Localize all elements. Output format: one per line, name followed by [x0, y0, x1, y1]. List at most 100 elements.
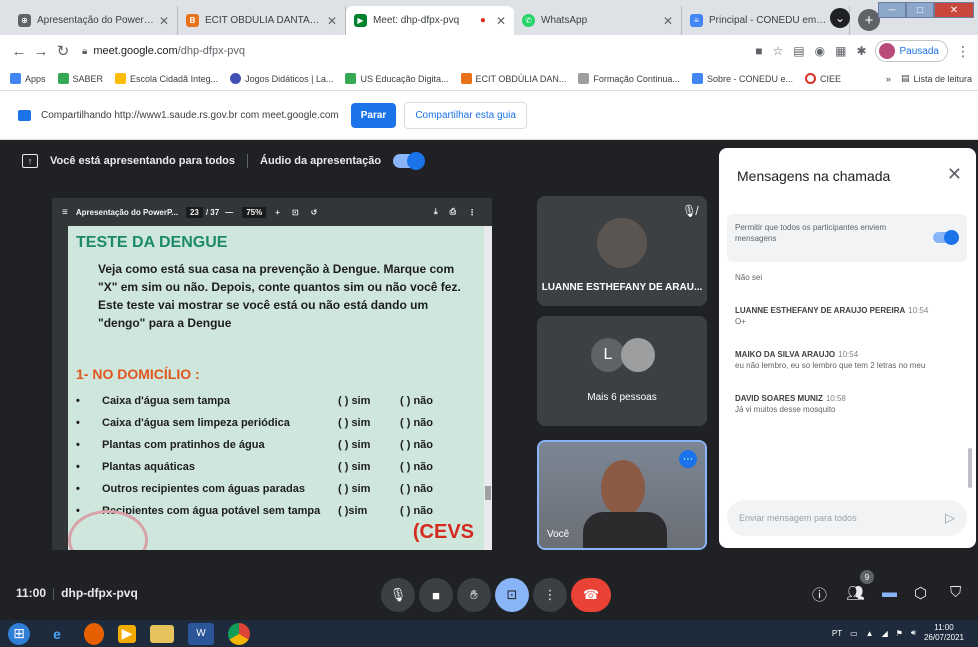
present-screen-icon: ↑ — [22, 154, 38, 168]
bookmark-star-icon[interactable]: ☆ — [773, 44, 784, 58]
bookmark-conedu[interactable]: Sobre - CONEDU e... — [691, 73, 793, 84]
bookmark-us-educacao[interactable]: US Educação Digita... — [345, 73, 449, 84]
tab-meet[interactable]: ▶ Meet: dhp-dfpx-pvq ● ✕ — [346, 6, 514, 35]
close-icon[interactable]: ✕ — [947, 164, 962, 185]
pdf-menu-icon[interactable]: ≡ — [62, 207, 68, 218]
new-tab-button[interactable]: + — [858, 9, 880, 31]
tab-title: Principal - CONEDU em Maceió — [709, 15, 827, 26]
self-options-icon[interactable]: ⋯ — [679, 450, 697, 468]
back-icon[interactable]: ← — [8, 43, 30, 60]
bookmark-ciee[interactable]: CIEE — [804, 73, 841, 84]
reading-list-icon: ▤ — [900, 73, 910, 83]
start-icon[interactable]: ⊞ — [8, 622, 30, 645]
more-bookmarks-icon[interactable]: » — [886, 74, 891, 84]
window-close-icon[interactable]: ✕ — [934, 2, 974, 18]
host-controls-icon[interactable]: ⛉ — [950, 584, 961, 601]
explorer-folder-icon[interactable] — [150, 624, 174, 643]
firefox-icon[interactable] — [84, 622, 104, 645]
print-icon[interactable]: ⎙ — [450, 207, 456, 217]
keyboard-icon[interactable]: ▭ — [850, 629, 858, 638]
forward-icon[interactable]: → — [30, 43, 52, 60]
show-hidden-icons[interactable]: ▲ — [866, 629, 874, 638]
reading-list-button[interactable]: Lista de leitura — [913, 74, 972, 84]
meeting-info: 11:00 | dhp-dfpx-pvq — [16, 586, 138, 600]
item-text: Recipientes com água potável sem tampa — [102, 505, 321, 517]
chat-scrollbar[interactable] — [968, 448, 972, 488]
zoom-out-icon[interactable]: — — [225, 208, 233, 217]
tab-search-icon[interactable]: ⌄ — [830, 8, 850, 28]
send-icon[interactable]: ▷ — [945, 510, 955, 526]
flag-icon[interactable]: ⚑ — [896, 629, 903, 638]
browser-menu-icon[interactable]: ⋮ — [956, 43, 970, 60]
activities-icon[interactable]: ⬡ — [914, 584, 927, 602]
chrome-icon[interactable] — [228, 622, 250, 645]
leave-call-button[interactable]: ☎︎ — [571, 578, 611, 612]
extension-icon[interactable]: ▤ — [793, 44, 804, 58]
bookmark-formacao[interactable]: Formação Continua... — [578, 73, 680, 84]
download-icon[interactable]: ⤓ — [434, 207, 438, 217]
pdf-scrollbar[interactable] — [484, 226, 492, 550]
reload-icon[interactable]: ↻ — [52, 42, 74, 60]
url-field[interactable]: 🔒︎ meet.google.com /dhp-dfpx-pvq — [82, 45, 755, 57]
close-tab-icon[interactable]: ✕ — [663, 14, 673, 28]
meeting-time: 11:00 — [16, 586, 47, 600]
media-player-icon[interactable]: ▶ — [118, 624, 136, 643]
chat-icon[interactable]: ▬ — [882, 584, 897, 601]
self-view-tile[interactable]: ⋯ Você — [537, 440, 707, 550]
more-options-icon[interactable]: ⋮ — [468, 208, 476, 217]
language-indicator[interactable]: PT — [832, 629, 842, 638]
maximize-icon[interactable]: □ — [906, 2, 934, 18]
more-options-button[interactable]: ⋮ — [533, 578, 567, 612]
clock[interactable]: 11:00 26/07/2021 — [924, 623, 964, 643]
page-number-input[interactable]: 23 — [185, 206, 203, 218]
internet-explorer-icon[interactable]: e — [44, 623, 70, 645]
message-time: 10:58 — [825, 394, 846, 403]
close-tab-icon[interactable]: ✕ — [159, 14, 169, 28]
allow-messages-toggle[interactable] — [933, 230, 959, 245]
present-button[interactable]: ⊡ — [495, 578, 529, 612]
avatar — [621, 338, 655, 372]
scrollbar-thumb[interactable] — [485, 486, 491, 500]
chat-input[interactable]: Enviar mensagem para todos ▷ — [727, 500, 967, 536]
share-this-tab-button[interactable]: Compartilhar esta guia — [404, 101, 527, 129]
fit-page-icon[interactable]: ⊡ — [292, 208, 299, 217]
zoom-level[interactable]: 75% — [242, 206, 267, 218]
bookmark-apps[interactable]: Apps — [10, 73, 46, 84]
zoom-in-icon[interactable]: + — [275, 208, 280, 217]
bookmark-label: SABER — [72, 73, 104, 84]
extension-icon[interactable]: ▦ — [835, 44, 846, 58]
people-icon[interactable]: 👥︎ — [846, 584, 865, 602]
word-icon[interactable]: W — [188, 622, 214, 645]
extension-icon[interactable]: ◉ — [815, 44, 825, 58]
tab-conedu[interactable]: ≡ Principal - CONEDU em Maceió ✕ — [682, 6, 850, 35]
bookmark-ecit[interactable]: ECIT OBDÚLIA DAN... — [460, 73, 566, 84]
participant-tile[interactable]: 🎙︎̸ LUANNE ESTHEFANY DE ARAU... — [537, 196, 707, 306]
meeting-details-icon[interactable]: ⓘ — [812, 584, 827, 605]
raise-hand-button[interactable]: ✋︎ — [457, 578, 491, 612]
close-tab-icon[interactable]: ✕ — [327, 14, 337, 28]
bookmark-saber[interactable]: SABER — [57, 73, 104, 84]
network-icon[interactable]: ◢ — [882, 629, 888, 638]
tab-ecit[interactable]: B ECIT OBDÚLIA DANTAS: Aulas ✕ — [178, 6, 346, 35]
tab-powerpoint[interactable]: ⊕ Apresentação do PowerPoint ✕ — [10, 6, 178, 35]
stop-sharing-button[interactable]: Parar — [350, 102, 397, 128]
chat-message: Não sei — [735, 272, 960, 283]
message-text: Não sei — [735, 273, 763, 282]
bookmark-escola[interactable]: Escola Cidadã Integ... — [115, 73, 218, 84]
close-tab-icon[interactable]: ✕ — [496, 14, 506, 28]
tab-whatsapp[interactable]: ✆ WhatsApp ✕ — [514, 6, 682, 35]
camera-indicator-icon[interactable]: ■ — [755, 44, 762, 58]
profile-button[interactable]: Pausada — [874, 40, 948, 62]
more-participants-tile[interactable]: L Mais 6 pessoas — [537, 316, 707, 426]
mic-button[interactable]: 🎙︎ — [381, 578, 415, 612]
bookmark-jogos[interactable]: Jogos Didáticos | La... — [230, 73, 333, 84]
sharing-text: Compartilhando http://www1.saude.rs.gov.… — [41, 109, 339, 121]
volume-icon[interactable]: 🔊︎ — [911, 628, 916, 638]
blogger-icon: B — [186, 14, 199, 27]
puzzle-icon[interactable]: ✱ — [856, 44, 866, 58]
chrome-icon: ⊕ — [18, 14, 31, 27]
minimize-icon[interactable]: ─ — [878, 2, 906, 18]
presentation-audio-toggle[interactable] — [393, 152, 426, 170]
rotate-icon[interactable]: ↺ — [311, 208, 318, 217]
camera-button[interactable]: ■ — [419, 578, 453, 612]
